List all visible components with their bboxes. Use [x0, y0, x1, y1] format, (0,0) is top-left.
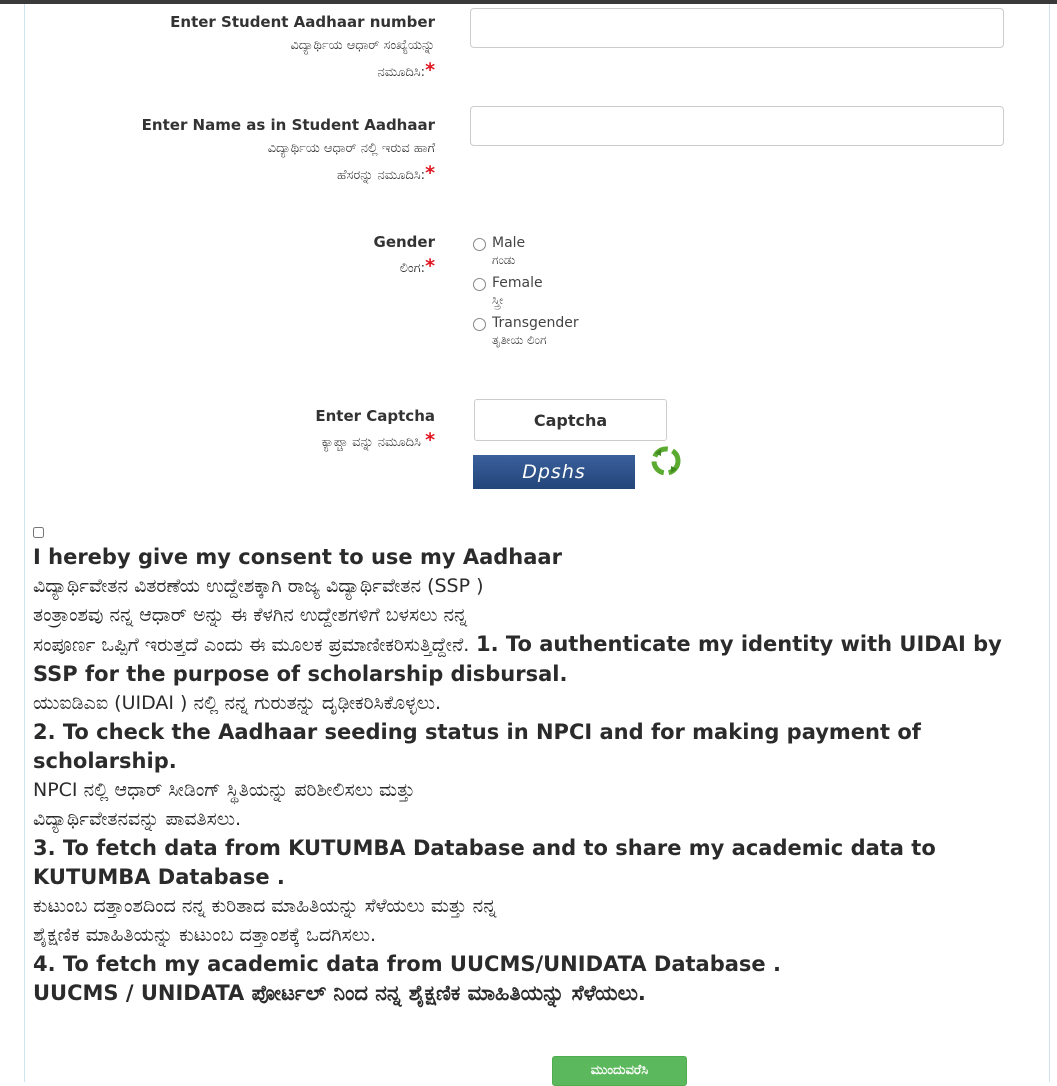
transgender-label-kn: ತೃತೀಯ ಲಿಂಗ	[492, 333, 547, 347]
consent-line: UUCMS / UNIDATA ಪೋರ್ಟಲ್ ನಿಂದ ನನ್ನ ಶೈಕ್ಷಣ…	[33, 981, 646, 1005]
panel-right-border	[1049, 4, 1050, 1082]
gender-label-en: Gender	[373, 233, 435, 251]
female-label: Female	[492, 275, 543, 291]
gender-radio-group: Male ಗಂಡು Female ಸ್ತ್ರೀ Transgender ತೃತೀ…	[473, 234, 579, 354]
gender-option-transgender[interactable]: Transgender ತೃತೀಯ ಲಿಂಗ	[473, 314, 579, 348]
required-marker: *	[425, 429, 435, 451]
gender-option-female[interactable]: Female ಸ್ತ್ರೀ	[473, 274, 579, 308]
consent-line: I hereby give my consent to use my Aadha…	[33, 545, 562, 569]
consent-checkbox[interactable]	[33, 527, 44, 538]
aadhaar-number-input[interactable]	[470, 8, 1004, 48]
panel-left-border	[24, 4, 25, 1082]
aadhaar-label-kn2: ನಮೂದಿಸಿ:	[377, 65, 426, 80]
captcha-image: Dpshs	[473, 455, 635, 489]
gender-option-male[interactable]: Male ಗಂಡು	[473, 234, 579, 268]
aadhaar-label-kn1: ವಿದ್ಯಾರ್ಥಿಯ ಆಧಾರ್ ಸಂಖ್ಯೆಯನ್ನು	[290, 38, 435, 53]
required-marker: *	[425, 162, 435, 184]
male-radio[interactable]	[473, 238, 486, 251]
consent-line: ಶೈಕ್ಷಣಿಕ ಮಾಹಿತಿಯನ್ನು ಕುಟುಂಬ ದತ್ತಾಂಶಕ್ಕೆ …	[33, 924, 377, 946]
female-radio[interactable]	[473, 278, 486, 291]
consent-line: ಸಂಪೂರ್ಣ ಒಪ್ಪಿಗೆ ಇರುತ್ತದೆ ಎಂದು ಈ ಮೂಲಕ ಪ್ರ…	[33, 634, 470, 656]
consent-line: ವಿದ್ಯಾರ್ಥಿವೇತನ ವಿತರಣೆಯ ಉದ್ದೇಶಕ್ಕಾಗಿ ರಾಜ್…	[33, 575, 484, 597]
male-label: Male	[492, 235, 526, 251]
transgender-radio[interactable]	[473, 318, 486, 331]
refresh-icon[interactable]	[649, 444, 683, 478]
consent-line: ಯುಐಡಿಎಐ (UIDAI ) ನಲ್ಲಿ ನನ್ನ ಗುರುತನ್ನು ದೃ…	[33, 692, 442, 714]
name-label-en: Enter Name as in Student Aadhaar	[141, 116, 435, 134]
consent-point-2: 2. To check the Aadhaar seeding status i…	[33, 720, 921, 773]
male-label-kn: ಗಂಡು	[492, 253, 516, 267]
student-name-input[interactable]	[470, 106, 1004, 146]
name-label-kn1: ವಿದ್ಯಾರ್ಥಿಯ ಆಧಾರ್ ನಲ್ಲಿ ಇರುವ ಹಾಗೆ	[267, 141, 435, 156]
aadhaar-label-en: Enter Student Aadhaar number	[170, 13, 435, 31]
required-marker: *	[425, 255, 435, 277]
consent-line: ಕುಟುಂಬ ದತ್ತಾಂಶದಿಂದ ನನ್ನ ಕುರಿತಾದ ಮಾಹಿತಿಯನ…	[33, 895, 497, 917]
required-marker: *	[425, 59, 435, 81]
top-border	[0, 0, 1057, 4]
consent-line: ವಿದ್ಯಾರ್ಥಿವೇತನವನ್ನು ಪಾವತಿಸಲು.	[33, 808, 242, 830]
gender-label-kn: ಲಿಂಗ:	[399, 261, 426, 276]
consent-point-3: 3. To fetch data from KUTUMBA Database a…	[33, 836, 936, 889]
transgender-label: Transgender	[492, 315, 579, 331]
captcha-label-en: Enter Captcha	[315, 407, 435, 425]
consent-point-4: 4. To fetch my academic data from UUCMS/…	[33, 952, 781, 976]
consent-text: I hereby give my consent to use my Aadha…	[33, 543, 1043, 1008]
aadhaar-label: Enter Student Aadhaar number ವಿದ್ಯಾರ್ಥಿಯ…	[170, 10, 435, 85]
consent-line: NPCI ನಲ್ಲಿ ಆಧಾರ್ ಸೀಡಿಂಗ್ ಸ್ಥಿತಿಯನ್ನು ಪರಿ…	[33, 779, 415, 801]
captcha-label-kn: ಕ್ಯಾಪ್ಚಾ ವನ್ನು ನಮೂದಿಸಿ	[321, 435, 421, 450]
name-label: Enter Name as in Student Aadhaar ವಿದ್ಯಾರ…	[142, 113, 435, 188]
captcha-label: Enter Captcha ಕ್ಯಾಪ್ಚಾ ವನ್ನು ನಮೂದಿಸಿ *	[315, 404, 435, 455]
gender-label: Gender ಲಿಂಗ:*	[374, 230, 435, 281]
name-label-kn2: ಹೆಸರನ್ನು ನಮೂದಿಸಿ:	[336, 168, 426, 183]
female-label-kn: ಸ್ತ್ರೀ	[492, 293, 504, 307]
consent-line: ತಂತ್ರಾಂಶವು ನನ್ನ ಆಧಾರ್ ಅನ್ನು ಈ ಕೆಳಗಿನ ಉದ್…	[33, 604, 468, 626]
captcha-input[interactable]	[474, 399, 667, 441]
